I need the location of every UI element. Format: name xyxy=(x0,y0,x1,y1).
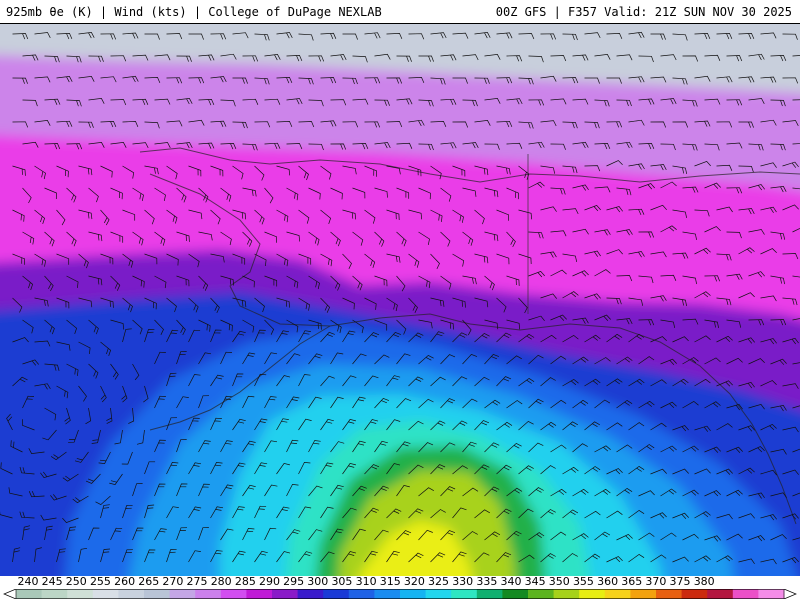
legend-color-swatch xyxy=(92,589,119,599)
legend-tick-label: 370 xyxy=(645,575,667,588)
legend-color-swatch xyxy=(604,589,631,599)
product-title: 925mb θe (K) | Wind (kts) | College of D… xyxy=(6,5,382,19)
legend-tick-label: 320 xyxy=(403,575,425,588)
legend-tick-label: 265 xyxy=(138,575,160,588)
legend-tick-label: 345 xyxy=(524,575,546,588)
color-legend: 240 245 250 255 260 265 270 275 280 285 290 295 300 3… xyxy=(0,576,800,600)
legend-tick-label: 340 xyxy=(500,575,522,588)
legend-tick-label: 375 xyxy=(669,575,691,588)
legend-color-swatch xyxy=(553,589,580,599)
legend-tick-label: 285 xyxy=(234,575,256,588)
legend-ticks: 240 245 250 255 260 265 270 275 280 285 290 295 300 3… xyxy=(0,576,800,588)
model-run-info: 00Z GFS | F357 Valid: 21Z SUN NOV 30 202… xyxy=(495,5,792,19)
map-header: 925mb θe (K) | Wind (kts) | College of D… xyxy=(0,0,800,24)
legend-colorbar xyxy=(3,589,797,599)
legend-color-swatch xyxy=(732,589,759,599)
legend-color-swatch xyxy=(297,589,324,599)
legend-color-swatch xyxy=(579,589,606,599)
legend-color-swatch xyxy=(400,589,427,599)
legend-tick-label: 360 xyxy=(597,575,619,588)
legend-color-swatch xyxy=(195,589,222,599)
legend-color-swatch xyxy=(246,589,273,599)
map-canvas xyxy=(0,24,800,576)
legend-arrow-left xyxy=(3,589,17,599)
legend-color-swatch xyxy=(169,589,196,599)
legend-tick-label: 260 xyxy=(114,575,136,588)
legend-color-swatch xyxy=(476,589,503,599)
legend-tick-label: 325 xyxy=(428,575,450,588)
legend-tick-label: 315 xyxy=(379,575,401,588)
legend-tick-label: 240 xyxy=(17,575,39,588)
legend-color-swatch xyxy=(451,589,478,599)
theta-e-wind-map xyxy=(0,24,800,576)
legend-color-swatch xyxy=(374,589,401,599)
legend-color-swatch xyxy=(272,589,299,599)
legend-tick-label: 250 xyxy=(65,575,87,588)
legend-color-swatch xyxy=(502,589,529,599)
legend-color-swatch xyxy=(67,589,94,599)
legend-tick-label: 300 xyxy=(307,575,329,588)
legend-tick-label: 280 xyxy=(210,575,232,588)
legend-arrow-right xyxy=(783,589,797,599)
legend-color-swatch xyxy=(528,589,555,599)
legend-tick-label: 290 xyxy=(259,575,280,588)
legend-tick-label: 350 xyxy=(548,575,570,588)
legend-color-swatch xyxy=(144,589,171,599)
legend-tick-label: 275 xyxy=(186,575,208,588)
legend-tick-label: 380 xyxy=(693,575,715,588)
legend-tick-label: 355 xyxy=(572,575,594,588)
legend-color-swatch xyxy=(118,589,145,599)
legend-tick-label: 310 xyxy=(355,575,377,588)
legend-color-swatch xyxy=(656,589,683,599)
legend-tick-label: 330 xyxy=(452,575,474,588)
legend-color-swatch xyxy=(16,589,43,599)
theta-e-field xyxy=(0,24,800,576)
legend-tick-label: 365 xyxy=(621,575,643,588)
legend-tick-label: 335 xyxy=(476,575,498,588)
legend-color-swatch xyxy=(41,589,68,599)
legend-tick-label: 295 xyxy=(283,575,305,588)
legend-color-swatch xyxy=(425,589,452,599)
legend-color-swatch xyxy=(758,589,785,599)
legend-tick-label: 245 xyxy=(41,575,63,588)
legend-color-swatch xyxy=(681,589,708,599)
legend-color-swatch xyxy=(323,589,350,599)
legend-tick-label: 305 xyxy=(331,575,353,588)
legend-color-swatch xyxy=(630,589,657,599)
legend-tick-label: 270 xyxy=(162,575,184,588)
legend-color-swatch xyxy=(220,589,247,599)
legend-tick-label: 255 xyxy=(89,575,111,588)
legend-color-swatch xyxy=(707,589,734,599)
legend-color-swatch xyxy=(348,589,375,599)
